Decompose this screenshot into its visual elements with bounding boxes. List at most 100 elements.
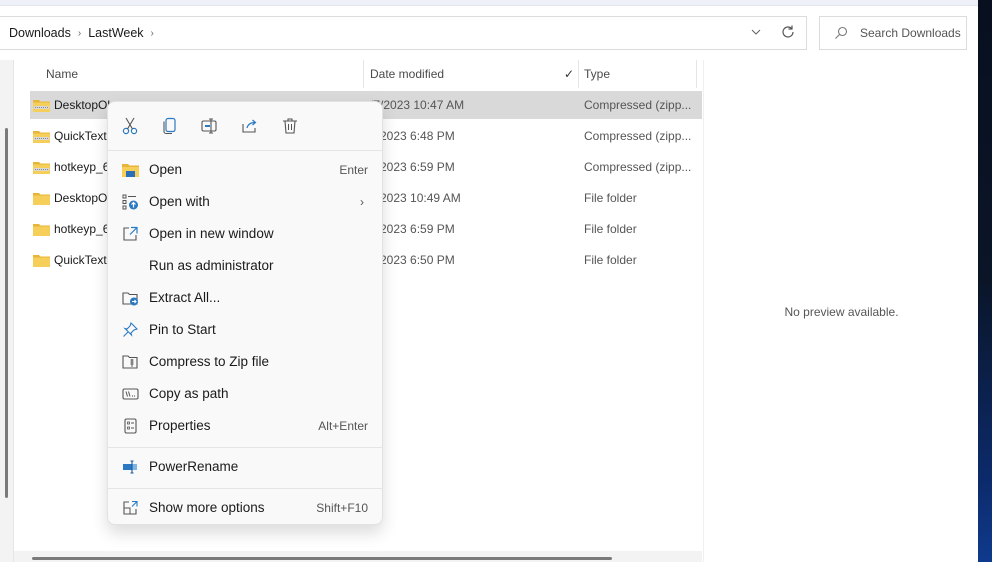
menu-item-run-as-administrator[interactable]: Run as administrator — [112, 251, 378, 281]
menu-item-label: Compress to Zip file — [149, 354, 270, 369]
file-date: 7/2023 10:49 AM — [370, 191, 461, 205]
breadcrumb: Downloads › LastWeek › — [9, 17, 161, 49]
file-date: /7/2023 10:47 AM — [370, 98, 465, 112]
desktop-background — [978, 0, 992, 562]
column-divider[interactable] — [578, 60, 579, 88]
menu-item-open-in-new-window[interactable]: Open in new window — [112, 219, 378, 249]
menu-item-extract-all[interactable]: Extract All... — [112, 283, 378, 313]
column-header-type[interactable]: Type — [584, 60, 610, 88]
menu-item-pin-to-start[interactable]: Pin to Start — [112, 315, 378, 345]
menu-item-label: Show more options — [149, 500, 265, 515]
menu-item-shortcut: Alt+Enter — [318, 419, 368, 433]
menu-item-label: Open in new window — [149, 226, 274, 241]
delete-icon — [283, 118, 297, 134]
preview-pane: No preview available. — [703, 60, 978, 562]
menu-item-properties[interactable]: Properties Alt+Enter — [112, 411, 378, 441]
copy-button[interactable] — [160, 116, 180, 136]
search-icon — [835, 26, 848, 39]
zip-folder-icon — [33, 100, 50, 112]
file-type: File folder — [584, 191, 637, 205]
folder-icon — [33, 255, 50, 267]
cut-icon — [122, 117, 138, 135]
file-type: Compressed (zipp... — [584, 98, 692, 112]
menu-item-label: Run as administrator — [149, 258, 274, 273]
delete-button[interactable] — [280, 116, 300, 136]
search-placeholder: Search Downloads — [860, 26, 961, 40]
share-button[interactable] — [240, 116, 260, 136]
breadcrumb-chevron-icon[interactable]: › — [78, 28, 81, 39]
zip-folder-icon — [33, 131, 50, 143]
more-options-icon — [123, 500, 138, 515]
menu-item-label: Open with — [149, 194, 210, 209]
menu-item-shortcut: Enter — [339, 163, 368, 177]
zip-icon — [122, 355, 138, 369]
breadcrumb-chevron-icon[interactable]: › — [151, 28, 154, 39]
menu-separator — [108, 150, 382, 151]
file-name: hotkeyp_6 — [54, 222, 110, 236]
extract-icon — [122, 292, 138, 306]
address-bar[interactable]: Downloads › LastWeek › — [0, 16, 807, 50]
horizontal-scrollbar-thumb[interactable] — [32, 557, 612, 560]
folder-icon — [33, 193, 50, 205]
copy-path-icon — [122, 388, 139, 400]
new-window-icon — [123, 226, 138, 241]
menu-item-label: Extract All... — [149, 290, 221, 305]
menu-item-label: Open — [149, 162, 183, 177]
file-name: DesktopO — [54, 191, 108, 205]
folder-open-icon — [122, 164, 139, 177]
navigation-pane — [0, 60, 14, 562]
refresh-button[interactable] — [780, 24, 796, 40]
menu-item-copy-as-path[interactable]: Copy as path — [112, 379, 378, 409]
file-type: Compressed (zipp... — [584, 129, 692, 143]
menu-item-compress-to-zip[interactable]: Compress to Zip file — [112, 347, 378, 377]
menu-item-open[interactable]: Open Enter — [112, 155, 378, 185]
menu-item-label: Properties — [149, 418, 211, 433]
column-divider[interactable] — [363, 60, 364, 88]
sort-check-icon: ✓ — [564, 67, 575, 81]
address-history-button[interactable] — [749, 25, 763, 39]
menu-item-label: Pin to Start — [149, 322, 216, 337]
properties-icon — [124, 418, 137, 434]
submenu-chevron-icon: › — [360, 195, 364, 209]
column-header-row: Name Date modified ✓ Type — [14, 60, 702, 88]
file-name: DesktopOl — [54, 98, 111, 112]
breadcrumb-downloads[interactable]: Downloads — [9, 26, 71, 40]
context-menu-toolbar — [108, 102, 382, 150]
menu-item-label: Copy as path — [149, 386, 229, 401]
column-header-name[interactable]: Name — [46, 60, 78, 88]
refresh-icon — [782, 25, 794, 38]
context-menu: Open Enter Open with › Open in new windo… — [107, 101, 383, 525]
file-type: File folder — [584, 222, 637, 236]
chevron-down-icon — [751, 29, 761, 35]
file-type: Compressed (zipp... — [584, 160, 692, 174]
breadcrumb-lastweek[interactable]: LastWeek — [88, 26, 143, 40]
copy-icon — [163, 117, 176, 135]
menu-item-label: PowerRename — [149, 459, 239, 474]
menu-item-shortcut: Shift+F10 — [316, 501, 368, 515]
navigation-scrollbar[interactable] — [5, 128, 8, 498]
cut-button[interactable] — [120, 116, 140, 136]
rename-button[interactable] — [200, 116, 220, 136]
folder-icon — [33, 224, 50, 236]
title-bar-strip — [0, 0, 978, 6]
file-name: QuickText — [54, 129, 107, 143]
menu-separator — [108, 488, 382, 489]
share-icon — [242, 119, 257, 133]
pin-icon — [123, 322, 139, 337]
file-name: hotkeyp_6 — [54, 160, 110, 174]
open-with-icon — [122, 194, 138, 210]
file-explorer-window: Downloads › LastWeek › Search Downloads … — [0, 0, 992, 562]
powerrename-icon — [123, 460, 137, 474]
column-header-date-modified[interactable]: Date modified — [370, 60, 444, 88]
menu-item-powerrename[interactable]: PowerRename — [112, 452, 378, 482]
column-divider[interactable] — [696, 60, 697, 88]
preview-message: No preview available. — [784, 305, 899, 319]
file-type: File folder — [584, 253, 637, 267]
file-name: QuickText — [54, 253, 107, 267]
zip-folder-icon — [33, 162, 50, 174]
menu-item-open-with[interactable]: Open with › — [112, 187, 378, 217]
rename-icon — [201, 118, 217, 134]
search-input[interactable]: Search Downloads — [819, 16, 967, 50]
menu-item-show-more-options[interactable]: Show more options Shift+F10 — [112, 493, 378, 523]
menu-separator — [108, 447, 382, 448]
